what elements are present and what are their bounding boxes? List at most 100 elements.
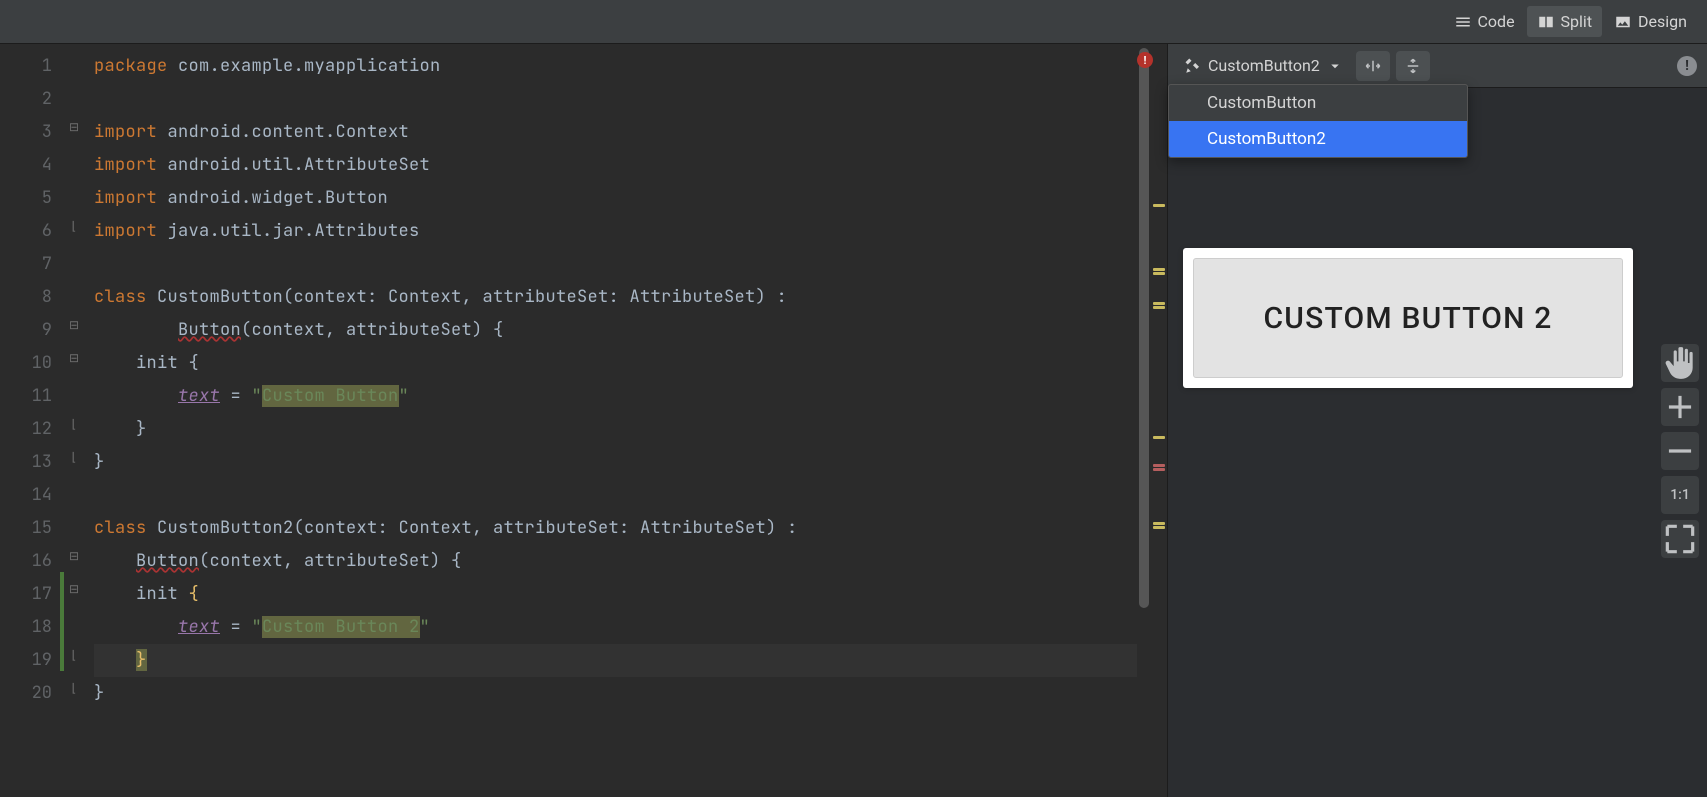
plus-icon (1661, 388, 1699, 426)
orientation-toggle-h[interactable] (1356, 51, 1390, 81)
tab-design-label: Design (1638, 12, 1687, 31)
split-icon (1537, 13, 1555, 31)
rendered-custom-button: CUSTOM BUTTON 2 (1193, 258, 1623, 378)
code-line[interactable] (94, 248, 1137, 281)
code-line[interactable]: text = "Custom Button" (94, 380, 1137, 413)
code-line[interactable]: import android.content.Context (94, 116, 1137, 149)
code-line[interactable]: class CustomButton2(context: Context, at… (94, 512, 1137, 545)
editor-scrollbar[interactable] (1137, 44, 1151, 797)
code-line[interactable] (94, 479, 1137, 512)
line-number: 11 (0, 380, 52, 413)
fold-handle[interactable]: ⌊ (67, 219, 81, 233)
line-number-gutter: 1234567891011121314151617181920 (0, 44, 60, 797)
stripe-mark[interactable] (1153, 526, 1165, 529)
line-number: 6 (0, 215, 52, 248)
code-line[interactable]: Button(context, attributeSet) { (94, 545, 1137, 578)
code-line[interactable]: Button(context, attributeSet) { (94, 314, 1137, 347)
line-number: 18 (0, 611, 52, 644)
fold-handle[interactable]: ⊟ (67, 549, 81, 563)
code-line[interactable]: } (94, 677, 1137, 710)
line-number: 1 (0, 50, 52, 83)
list-icon (1454, 13, 1472, 31)
fold-gutter: ⊟ ⌊ ⊟ ⊟ ⌊ ⌊ ⊟ ⊟ ⌊ ⌊ (64, 44, 86, 797)
code-line[interactable] (94, 83, 1137, 116)
minus-icon (1661, 432, 1699, 470)
line-number: 10 (0, 347, 52, 380)
preview-component-dropdown-list[interactable]: CustomButton CustomButton2 (1168, 84, 1468, 158)
scrollbar-thumb[interactable] (1139, 48, 1149, 608)
stripe-mark[interactable] (1153, 268, 1165, 271)
code-area[interactable]: package com.example.myapplication import … (86, 44, 1137, 797)
stripe-mark[interactable] (1153, 464, 1165, 467)
line-number: 19 (0, 644, 52, 677)
stripe-mark[interactable] (1153, 436, 1165, 439)
fold-handle[interactable]: ⌊ (67, 681, 81, 695)
line-number: 2 (0, 83, 52, 116)
stripe-mark[interactable] (1153, 522, 1165, 525)
line-number: 15 (0, 512, 52, 545)
code-line[interactable]: class CustomButton(context: Context, att… (94, 281, 1137, 314)
tab-split[interactable]: Split (1527, 6, 1603, 37)
preview-zoom-tools: 1:1 (1661, 344, 1699, 558)
zoom-out-button[interactable] (1661, 432, 1699, 470)
arrows-vertical-icon (1404, 57, 1422, 75)
preview-component-name: CustomButton2 (1208, 56, 1320, 75)
fold-handle[interactable]: ⊟ (67, 120, 81, 134)
preview-option-custombutton2[interactable]: CustomButton2 (1169, 121, 1467, 157)
zoom-fit-button[interactable] (1661, 520, 1699, 558)
preview-device-frame: CUSTOM BUTTON 2 (1183, 248, 1633, 388)
line-number: 12 (0, 413, 52, 446)
tab-code[interactable]: Code (1444, 6, 1525, 37)
fold-handle[interactable]: ⌊ (67, 648, 81, 662)
preview-option-custombutton[interactable]: CustomButton (1169, 85, 1467, 121)
line-number: 8 (0, 281, 52, 314)
line-number: 17 (0, 578, 52, 611)
line-number: 4 (0, 149, 52, 182)
line-number: 13 (0, 446, 52, 479)
stripe-mark[interactable] (1153, 302, 1165, 305)
tab-split-label: Split (1561, 12, 1593, 31)
design-tools-icon (1184, 57, 1202, 75)
preview-warning-icon[interactable]: ! (1677, 56, 1697, 76)
fold-handle[interactable]: ⊟ (67, 318, 81, 332)
fold-handle[interactable]: ⌊ (67, 417, 81, 431)
error-stripe[interactable] (1151, 44, 1167, 797)
fold-handle[interactable]: ⊟ (67, 351, 81, 365)
code-line[interactable]: } (94, 413, 1137, 446)
fit-screen-icon (1661, 520, 1699, 558)
code-line[interactable]: init { (94, 347, 1137, 380)
arrows-horizontal-icon (1364, 57, 1382, 75)
zoom-in-button[interactable] (1661, 388, 1699, 426)
view-mode-tabs: Code Split Design (0, 0, 1707, 44)
code-line[interactable]: import android.widget.Button (94, 182, 1137, 215)
chevron-down-icon (1326, 57, 1344, 75)
stripe-mark[interactable] (1153, 204, 1165, 207)
line-number: 7 (0, 248, 52, 281)
line-number: 16 (0, 545, 52, 578)
line-number: 20 (0, 677, 52, 710)
line-number: 5 (0, 182, 52, 215)
preview-surface[interactable]: CUSTOM BUTTON 2 1:1 (1168, 88, 1707, 797)
stripe-mark[interactable] (1153, 468, 1165, 471)
zoom-reset-button[interactable]: 1:1 (1661, 476, 1699, 514)
line-number: 3 (0, 116, 52, 149)
stripe-mark[interactable] (1153, 272, 1165, 275)
fold-handle[interactable]: ⊟ (67, 582, 81, 596)
code-line[interactable]: } (94, 644, 1137, 677)
error-indicator-icon[interactable]: ! (1137, 52, 1153, 68)
code-line[interactable]: } (94, 446, 1137, 479)
pan-tool[interactable] (1661, 344, 1699, 382)
tab-design[interactable]: Design (1604, 6, 1697, 37)
code-line[interactable]: init { (94, 578, 1137, 611)
orientation-toggle-v[interactable] (1396, 51, 1430, 81)
fold-handle[interactable]: ⌊ (67, 450, 81, 464)
code-line[interactable]: text = "Custom Button 2" (94, 611, 1137, 644)
preview-component-dropdown[interactable]: CustomButton2 (1178, 52, 1350, 79)
preview-toolbar: CustomButton2 ! CustomButton CustomButto… (1168, 44, 1707, 88)
code-line[interactable]: package com.example.myapplication (94, 50, 1137, 83)
line-number: 14 (0, 479, 52, 512)
code-line[interactable]: import android.util.AttributeSet (94, 149, 1137, 182)
code-editor[interactable]: ! 1234567891011121314151617181920 ⊟⌊⊟⊟⌊⌊… (0, 44, 1167, 797)
code-line[interactable]: import java.util.jar.Attributes (94, 215, 1137, 248)
stripe-mark[interactable] (1153, 306, 1165, 309)
